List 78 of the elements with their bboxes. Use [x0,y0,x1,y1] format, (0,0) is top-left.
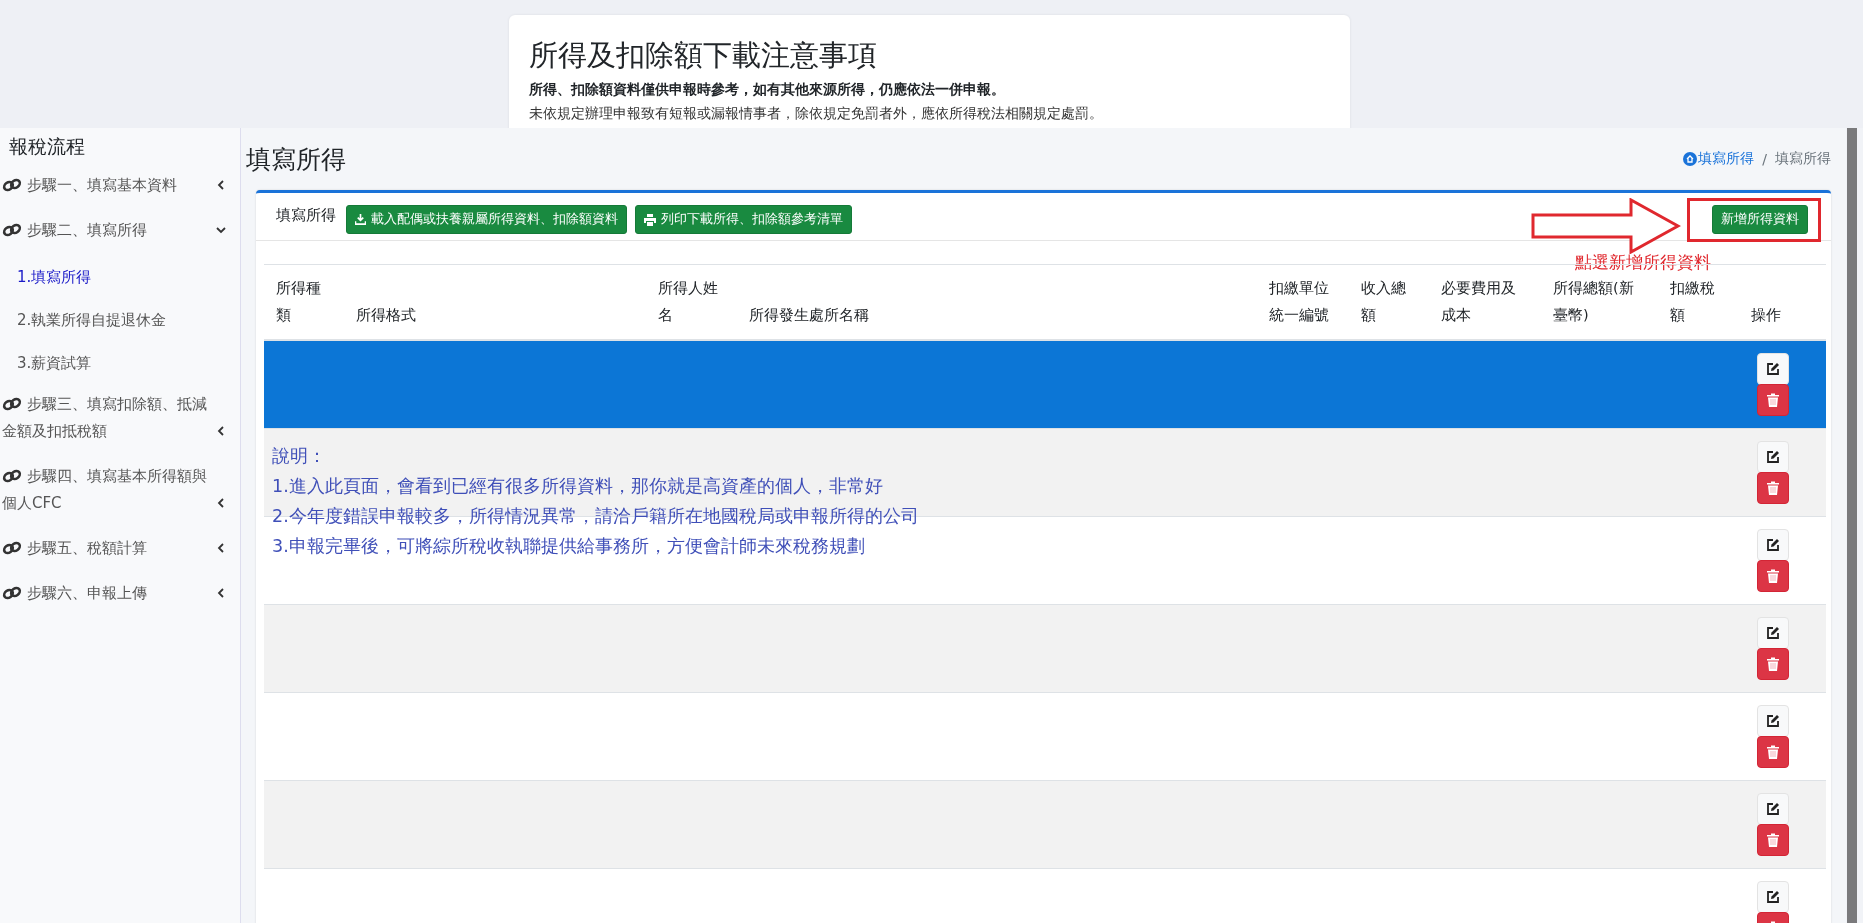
delete-button[interactable] [1757,560,1789,592]
column-header: 扣繳單位統一編號 [1269,279,1330,325]
edit-icon [1766,714,1780,728]
sidebar-title: 報稅流程 [8,134,86,159]
column-header: 所得發生處所名稱 [749,306,870,325]
chevron-left-icon [216,180,226,190]
action-button[interactable]: 載入配偶或扶養親屬所得資料、扣除額資料 [346,205,627,234]
sidebar-item[interactable]: 步驟五、稅額計算 [0,529,240,574]
chevron-down-icon [216,225,226,235]
notice-text: 未依規定辦理申報致有短報或漏報情事者，除依規定免罰者外，應依所得稅法相關規定處罰。 [529,104,1104,123]
edit-icon [1766,450,1780,464]
note-title: 說明： [272,445,327,468]
trash-icon [1767,833,1779,847]
table-row[interactable] [264,340,1826,429]
edit-icon [1766,538,1780,552]
edit-button[interactable] [1757,793,1789,825]
column-header: 所得種類 [276,279,322,325]
link-icon [2,469,22,483]
delete-button[interactable] [1757,736,1789,768]
edit-icon [1766,626,1780,640]
column-header: 必要費用及成本 [1441,279,1517,325]
trash-icon [1767,393,1779,407]
link-icon [2,178,22,192]
link-icon [2,541,22,555]
column-header: 扣繳稅額 [1670,279,1716,325]
sidebar-subitem[interactable]: 1.填寫所得 [0,256,240,299]
link-icon [2,586,22,600]
breadcrumb-current: 填寫所得 [1775,150,1831,168]
action-button[interactable]: 列印下載所得、扣除額參考清單 [635,205,852,234]
chevron-left-icon [216,426,226,436]
note-text: 3.申報完畢後，可將綜所稅收執聯提供給事務所，方便會計師未來稅務規劃 [272,535,866,558]
note-text: 1.進入此頁面，會看到已經有很多所得資料，那你就是高資產的個人，非常好 [272,475,884,498]
link-icon [2,397,22,411]
trash-icon [1767,569,1779,583]
notice-title: 所得及扣除額下載注意事項 [529,37,878,74]
column-header: 所得格式 [356,306,417,325]
edit-button[interactable] [1757,529,1789,561]
edit-icon [1766,802,1780,816]
breadcrumb-link[interactable]: 填寫所得 [1683,150,1755,168]
sidebar-item[interactable]: 步驟四、填寫基本所得額與個人CFC [0,457,240,529]
add-income-button[interactable]: 新增所得資料 [1712,205,1808,234]
edit-button[interactable] [1757,617,1789,649]
chevron-left-icon [216,588,226,598]
edit-icon [1766,890,1780,904]
page-title: 填寫所得 [246,143,346,176]
link-icon [2,223,22,237]
sidebar-subitem[interactable]: 2.執業所得自提退休金 [0,299,240,342]
edit-button[interactable] [1757,353,1789,385]
column-header: 所得人姓名 [658,279,719,325]
edit-icon [1766,362,1780,376]
home-icon [1683,152,1698,166]
delete-button[interactable] [1757,824,1789,856]
trash-icon [1767,745,1779,759]
edit-button[interactable] [1757,705,1789,737]
trash-icon [1767,481,1779,495]
card-label: 填寫所得 [276,205,336,225]
chevron-left-icon [216,498,226,508]
notice-text: 所得、扣除額資料僅供申報時參考，如有其他來源所得，仍應依法一併申報。 [529,80,1006,99]
delete-button[interactable] [1757,472,1789,504]
sidebar-item[interactable]: 步驟二、填寫所得 [0,211,240,256]
trash-icon [1767,657,1779,671]
edit-button[interactable] [1757,441,1789,473]
sidebar-item[interactable]: 步驟六、申報上傳 [0,574,240,619]
sidebar-item[interactable]: 步驟三、填寫扣除額、抵減金額及扣抵稅額 [0,385,240,457]
column-header: 操作 [1751,306,1782,325]
delete-button[interactable] [1757,648,1789,680]
chevron-left-icon [216,543,226,553]
breadcrumb-separator: / [1762,151,1767,167]
sidebar-item[interactable]: 步驟一、填寫基本資料 [0,166,240,211]
sidebar-subitem[interactable]: 3.薪資試算 [0,342,240,385]
edit-button[interactable] [1757,881,1789,913]
column-header: 所得總額(新臺幣) [1553,279,1635,325]
scrollbar[interactable] [1847,128,1857,923]
delete-button[interactable] [1757,384,1789,416]
note-text: 2.今年度錯誤申報較多，所得情況異常，請洽戶籍所在地國稅局或申報所得的公司 [272,505,919,528]
download-icon [355,214,366,225]
column-header: 收入總額 [1361,279,1407,325]
print-icon [644,213,656,226]
